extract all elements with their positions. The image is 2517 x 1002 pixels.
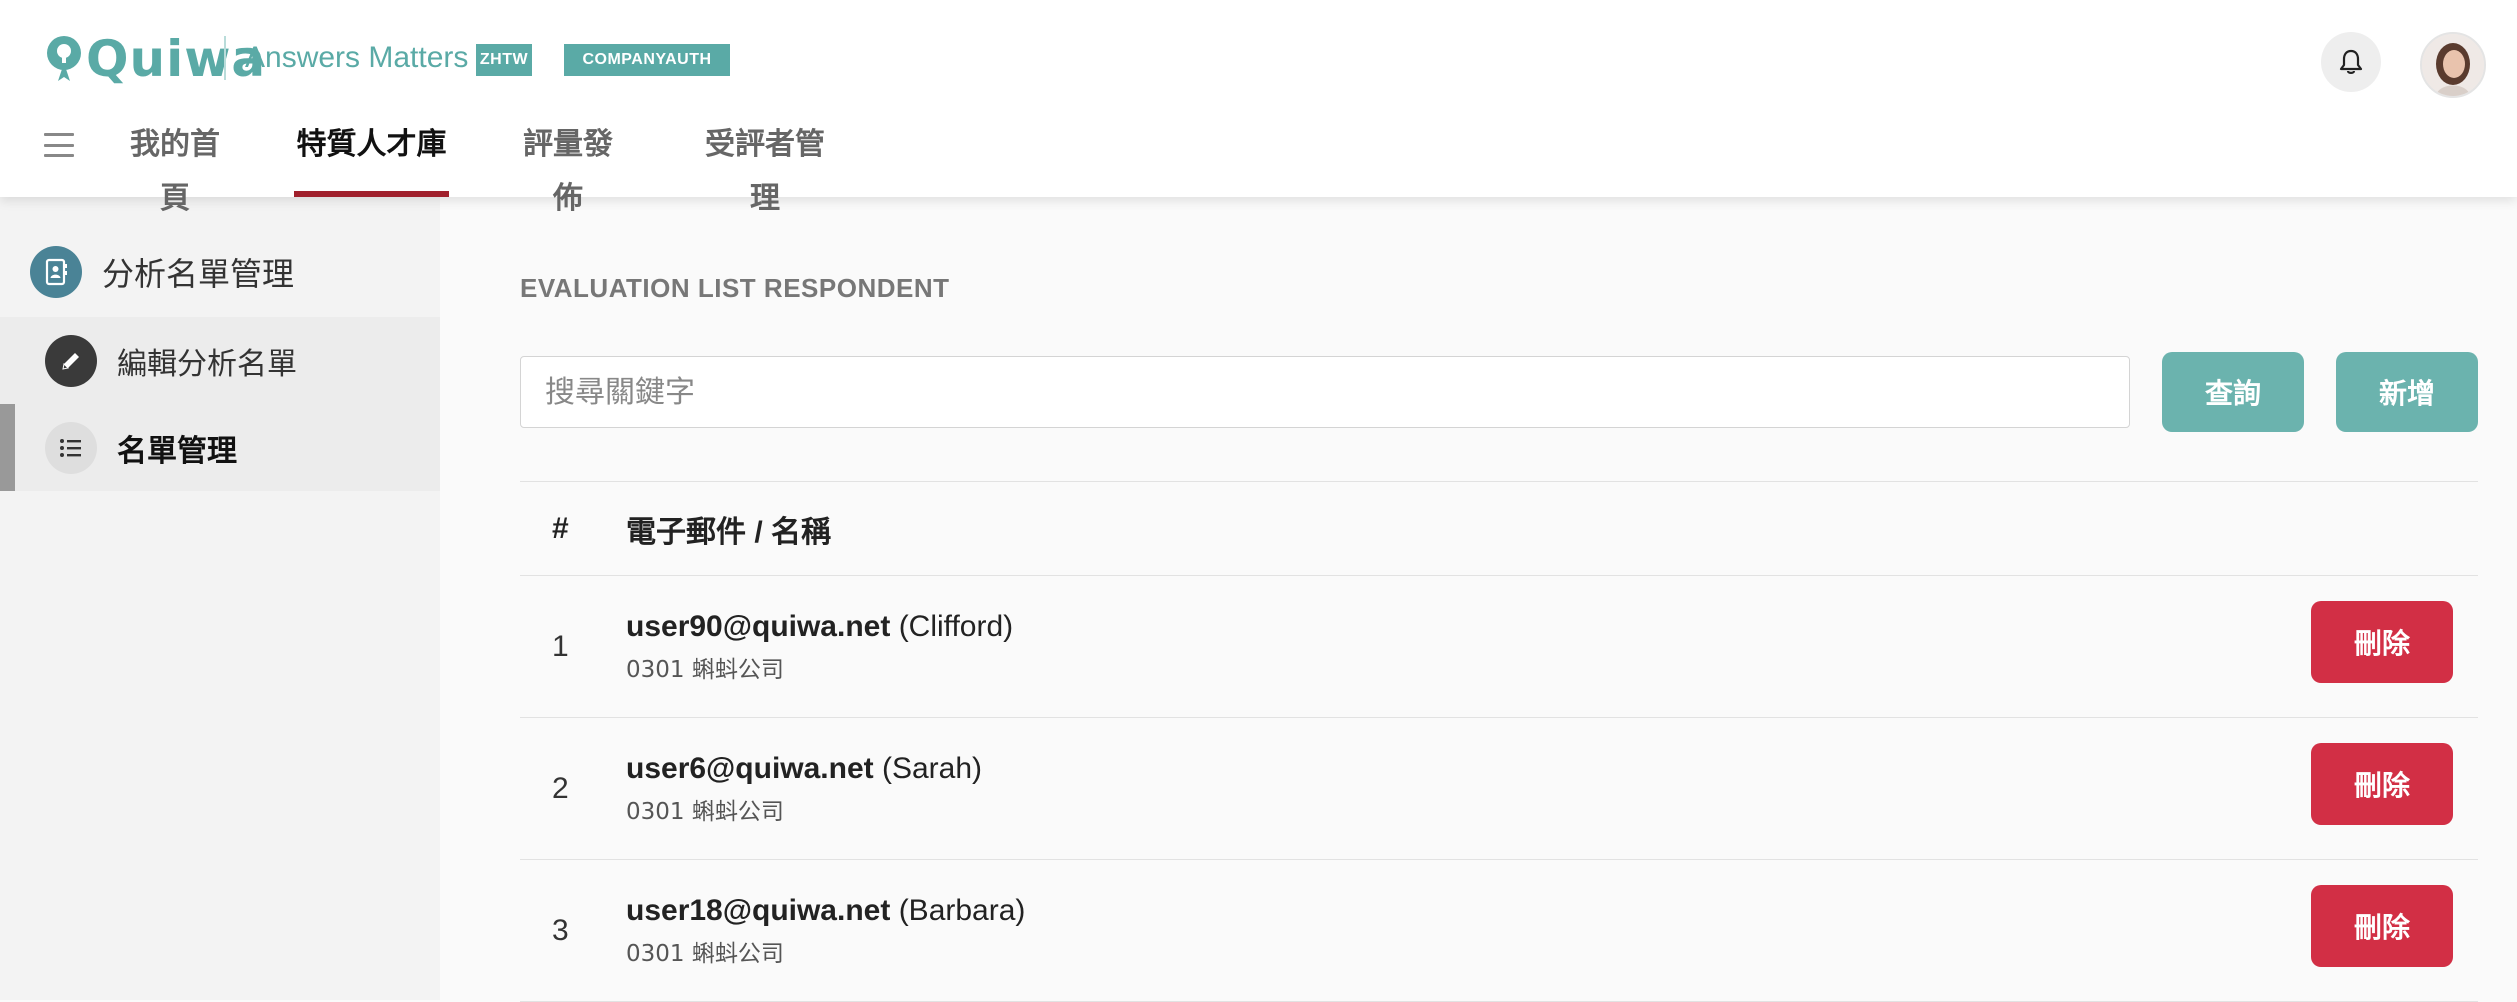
user-email: user18@quiwa.net	[626, 893, 891, 927]
sidebar: 分析名單管理 編輯分析名單 名單管理	[0, 197, 440, 1000]
tab-talent-pool[interactable]: 特質人才庫	[294, 118, 449, 197]
pencil-icon	[45, 334, 97, 387]
user-email: user90@quiwa.net	[626, 609, 891, 643]
user-company: 0301 蝌蚪公司	[626, 656, 784, 683]
user-name: (Sarah)	[882, 751, 983, 785]
user-avatar[interactable]	[2420, 32, 2486, 98]
row-number: 2	[552, 771, 569, 805]
row-number: 1	[552, 629, 569, 663]
language-badge: ZHTW	[476, 44, 532, 76]
tab-assessment-publish[interactable]: 評量發佈	[509, 118, 627, 215]
logo-text: Quiwa	[86, 30, 267, 88]
notification-button[interactable]	[2321, 32, 2381, 92]
delete-button[interactable]: 刪除	[2311, 601, 2453, 683]
user-email: user6@quiwa.net	[626, 751, 874, 785]
table-row: 2 user6@quiwa.net (Sarah) 0301 蝌蚪公司 刪除	[520, 718, 2478, 860]
user-company: 0301 蝌蚪公司	[626, 940, 784, 967]
sidebar-title: 分析名單管理	[30, 245, 294, 299]
sidebar-item-list-management[interactable]: 名單管理	[0, 404, 440, 491]
add-button[interactable]: 新增	[2336, 352, 2478, 432]
row-user-info: user18@quiwa.net (Barbara) 0301 蝌蚪公司	[626, 891, 1025, 971]
active-tab-underline	[294, 191, 449, 197]
list-icon	[45, 421, 97, 474]
logo-divider	[224, 36, 226, 80]
user-name: (Barbara)	[898, 893, 1026, 927]
bell-icon	[2339, 49, 2363, 74]
user-name: (Clifford)	[898, 609, 1014, 643]
avatar-portrait	[2422, 34, 2484, 96]
user-company: 0301 蝌蚪公司	[626, 798, 784, 825]
respondent-table: # 電子郵件 / 名稱 1 user90@quiwa.net (Clifford…	[520, 481, 2478, 1002]
tab-respondent-management-label: 受評者管理	[705, 128, 825, 215]
page-title: EVALUATION LIST RESPONDENT	[520, 273, 950, 303]
query-button[interactable]: 查詢	[2162, 352, 2304, 432]
delete-button[interactable]: 刪除	[2311, 885, 2453, 967]
column-header-number: #	[552, 511, 569, 545]
row-user-info: user6@quiwa.net (Sarah) 0301 蝌蚪公司	[626, 749, 982, 829]
table-row: 3 user18@quiwa.net (Barbara) 0301 蝌蚪公司 刪…	[520, 860, 2478, 1002]
table-header: # 電子郵件 / 名稱	[520, 481, 2478, 576]
delete-button[interactable]: 刪除	[2311, 743, 2453, 825]
row-number: 3	[552, 913, 569, 947]
tab-home[interactable]: 我的首頁	[116, 118, 234, 215]
quiwa-logo[interactable]: Quiwa	[44, 30, 266, 88]
quiwa-logo-icon	[47, 36, 81, 81]
table-row: 1 user90@quiwa.net (Clifford) 0301 蝌蚪公司 …	[520, 576, 2478, 718]
sidebar-item-edit-list[interactable]: 編輯分析名單	[0, 317, 440, 404]
company-auth-badge: COMPANYAUTH	[564, 44, 730, 76]
column-header-email-name: 電子郵件 / 名稱	[626, 515, 832, 549]
sidebar-item-list-management-label: 名單管理	[117, 434, 237, 468]
tab-talent-pool-label: 特質人才庫	[296, 128, 447, 161]
contact-book-icon	[30, 246, 82, 298]
sidebar-title-label: 分析名單管理	[102, 256, 295, 292]
user-identity: user18@quiwa.net (Barbara)	[626, 891, 1025, 931]
sidebar-item-edit-list-label: 編輯分析名單	[117, 347, 297, 381]
tab-assessment-publish-label: 評量發佈	[523, 128, 613, 215]
user-identity: user6@quiwa.net (Sarah)	[626, 749, 982, 789]
tagline: Answers Matters	[245, 41, 469, 74]
top-header: Quiwa Answers Matters ZHTW COMPANYAUTH 我…	[0, 0, 2517, 215]
user-identity: user90@quiwa.net (Clifford)	[626, 607, 1013, 647]
row-user-info: user90@quiwa.net (Clifford) 0301 蝌蚪公司	[626, 607, 1013, 687]
search-input[interactable]	[520, 356, 2130, 428]
menu-icon[interactable]	[44, 133, 74, 157]
tab-respondent-management[interactable]: 受評者管理	[691, 118, 839, 215]
